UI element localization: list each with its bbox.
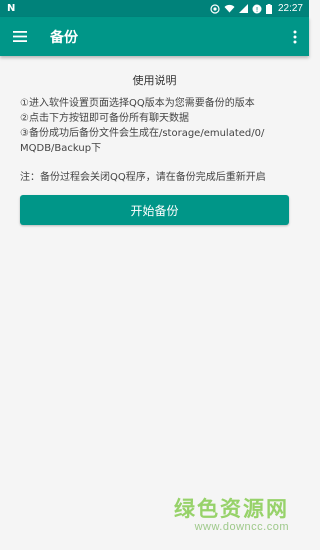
no-sim-icon: ! <box>252 4 262 14</box>
wifi-icon <box>224 4 235 13</box>
instructions-title: 使用说明 <box>132 74 177 87</box>
status-time: 22:27 <box>277 3 303 14</box>
main-content: 使用说明 ①进入软件设置页面选择QQ版本为您需要备份的版本 ②点击下方按钮即可备… <box>0 72 309 225</box>
watermark-url: www.downcc.com <box>194 521 289 533</box>
instruction-line-4: MQDB/Backup下 <box>20 143 102 154</box>
app-bar: 备份 <box>0 17 309 56</box>
backup-note: 注：备份过程会关闭QQ程序，请在备份完成后重新开启 <box>20 172 266 183</box>
watermark-text: 绿色资源网 <box>174 497 289 521</box>
more-vert-icon[interactable] <box>289 27 301 47</box>
instruction-line-1: ①进入软件设置页面选择QQ版本为您需要备份的版本 <box>20 98 255 109</box>
instruction-line-2: ②点击下方按钮即可备份所有聊天数据 <box>20 113 189 124</box>
sync-icon <box>210 3 220 14</box>
status-bar: N ! 22:27 <box>0 0 309 17</box>
instruction-line-3: ③备份成功后备份文件会生成在/storage/emulated/0/ <box>20 128 265 139</box>
hamburger-menu-icon[interactable] <box>12 30 28 44</box>
battery-icon <box>265 3 272 14</box>
notification-n-icon: N <box>7 3 16 14</box>
signal-icon <box>238 4 248 13</box>
instructions-list: ①进入软件设置页面选择QQ版本为您需要备份的版本 ②点击下方按钮即可备份所有聊天… <box>20 96 289 156</box>
svg-text:!: ! <box>256 5 259 13</box>
page-title: 备份 <box>50 29 78 46</box>
watermark: 绿色资源网 www.downcc.com <box>174 497 289 534</box>
screen: N ! 22:27 备份 使用说明 ①进入软件设置页面选择QQ版本为您需要备份的… <box>0 0 309 550</box>
start-backup-button[interactable]: 开始备份 <box>20 195 289 225</box>
